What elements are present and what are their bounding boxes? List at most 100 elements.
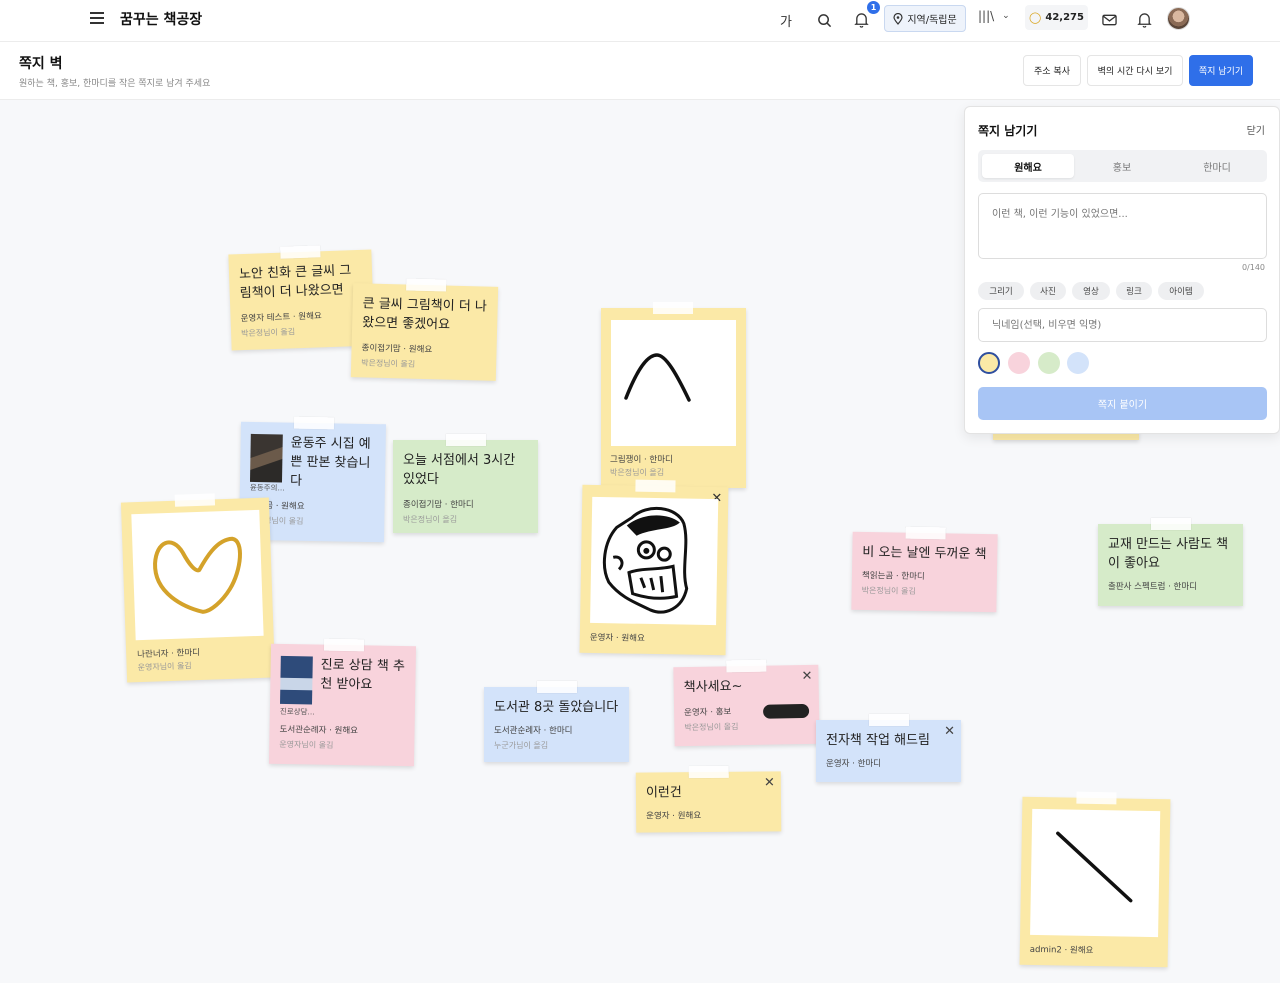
note-meta: 운영자 · 한마디 bbox=[826, 758, 882, 769]
tape bbox=[1150, 518, 1191, 530]
library-menu[interactable]: |||\ ⌄ bbox=[978, 9, 1010, 23]
note-text: 이런건 bbox=[645, 785, 682, 801]
coin-icon: ◯ bbox=[1029, 11, 1042, 24]
drawing-card[interactable]: admin2 · 원해요 bbox=[1019, 791, 1171, 968]
note-text: 교재 만드는 사람도 책이 좋아요 bbox=[1108, 537, 1229, 571]
close-icon[interactable]: ✕ bbox=[801, 669, 812, 684]
note-text: 큰 글씨 그림책이 더 나왔으면 좋겠어요 bbox=[362, 296, 488, 333]
font-size-toggle[interactable]: 가 bbox=[776, 10, 796, 30]
drawing-card[interactable]: ✕ 운영자 · 원해요 bbox=[579, 479, 729, 656]
pin-icon bbox=[893, 12, 903, 25]
note-text: 도서관 8곳 돌았습니다 bbox=[494, 700, 619, 715]
note-author: 박은정님이 올김 bbox=[684, 721, 739, 732]
note-meta: 종이접기맘 · 원해요 bbox=[361, 343, 433, 355]
note-author: 박은정님이 올김 bbox=[361, 358, 416, 369]
replay-wall-button[interactable]: 벽의 시간 다시 보기 bbox=[1087, 55, 1183, 86]
close-icon[interactable]: ✕ bbox=[764, 775, 775, 790]
chip-draw[interactable]: 그리기 bbox=[978, 282, 1024, 300]
nickname-input[interactable] bbox=[978, 308, 1267, 342]
tab-want[interactable]: 원해요 bbox=[982, 154, 1074, 178]
drawing-image bbox=[1030, 808, 1161, 938]
color-swatch-yellow[interactable] bbox=[978, 352, 1000, 374]
panel-title: 쪽지 남기기 bbox=[978, 124, 1038, 138]
note-text: 오늘 서점에서 3시간 있었다 bbox=[403, 453, 516, 487]
drawing-card[interactable]: 그림쟁이 · 한마디 박은정님이 올김 bbox=[601, 302, 746, 488]
library-icon: |||\ bbox=[978, 9, 995, 23]
note-card[interactable]: 오늘 서점에서 3시간 있었다 종이접기맘 · 한마디 박은정님이 올김 bbox=[393, 434, 538, 533]
drawing-meta: admin2 · 원해요 bbox=[1029, 944, 1094, 956]
notification-badge: 1 bbox=[867, 1, 880, 14]
chip-video[interactable]: 영상 bbox=[1072, 282, 1110, 300]
bell-icon[interactable] bbox=[851, 10, 871, 30]
note-meta: 운영자 · 원해요 bbox=[646, 810, 702, 822]
note-meta: 도서관순례자 · 원해요 bbox=[279, 724, 359, 737]
drawing-image bbox=[611, 320, 736, 446]
tab-remark[interactable]: 한마디 bbox=[1171, 154, 1263, 178]
panel-close-button[interactable]: 닫기 bbox=[1247, 122, 1265, 137]
book-cover-image bbox=[249, 433, 283, 483]
bell-outline-icon[interactable] bbox=[1134, 10, 1154, 30]
leave-note-panel: 쪽지 남기기 닫기 원해요 홍보 한마디 0/140 그리기 사진 영상 링크 … bbox=[964, 106, 1280, 434]
note-text: 책사세요~ bbox=[683, 679, 743, 696]
note-meta: 도서관순례자 · 한마디 bbox=[494, 725, 573, 736]
note-card[interactable]: 진로 상담 책 추천 받아요 진로상담... 도서관순례자 · 원해요 운영자님… bbox=[268, 638, 417, 767]
note-card[interactable]: 교재 만드는 사람도 책이 좋아요 출판사 스펙트럼 · 한마디 bbox=[1098, 518, 1243, 606]
tape bbox=[174, 493, 216, 507]
note-meta: 출판사 스펙트럼 · 한마디 bbox=[1108, 581, 1198, 592]
color-swatch-pink[interactable] bbox=[1008, 352, 1030, 374]
page-header: 쪽지 벽 원하는 책, 홍보, 한마디를 작은 쪽지로 남겨 주세요 주소 복사… bbox=[0, 42, 1280, 100]
region-button[interactable]: 지역/독립문 bbox=[884, 5, 966, 32]
book-caption: 진로상담... bbox=[279, 706, 315, 717]
color-swatch-blue[interactable] bbox=[1067, 352, 1089, 374]
note-card[interactable]: ✕ 책사세요~ 운영자 · 홍보 박은정님이 올김 bbox=[673, 659, 820, 747]
avatar[interactable] bbox=[1167, 7, 1190, 30]
page-subtitle: 원하는 책, 홍보, 한마디를 작은 쪽지로 남겨 주세요 bbox=[19, 79, 211, 89]
mail-icon[interactable] bbox=[1099, 10, 1119, 30]
drawing-card[interactable]: 나란너자 · 한마디 운영자님이 올김 bbox=[120, 493, 276, 683]
search-icon[interactable] bbox=[814, 10, 834, 30]
chip-photo[interactable]: 사진 bbox=[1030, 282, 1066, 300]
note-author: 박은정님이 올김 bbox=[403, 514, 458, 524]
chevron-down-icon: ⌄ bbox=[1002, 11, 1010, 21]
menu-icon[interactable] bbox=[90, 12, 104, 24]
tape bbox=[905, 526, 946, 540]
drawing-meta: 그림쟁이 · 한마디 bbox=[610, 455, 673, 465]
tape bbox=[635, 479, 676, 493]
region-label: 지역/독립문 bbox=[907, 15, 957, 26]
note-author: 박은정님이 올김 bbox=[861, 585, 916, 596]
tape bbox=[653, 302, 693, 314]
note-text: 전자책 작업 해드림 bbox=[826, 733, 930, 748]
note-meta: 책읽는곰 · 한마디 bbox=[861, 570, 925, 582]
tape bbox=[725, 659, 766, 673]
tape bbox=[536, 681, 577, 693]
tab-promo[interactable]: 홍보 bbox=[1076, 154, 1168, 178]
copy-address-button[interactable]: 주소 복사 bbox=[1023, 55, 1081, 86]
note-card[interactable]: 비 오는 날엔 두꺼운 책 책읽는곰 · 한마디 박은정님이 올김 bbox=[851, 526, 998, 613]
points-balance[interactable]: ◯ 42,275 bbox=[1025, 5, 1088, 30]
note-card[interactable]: 도서관 8곳 돌았습니다 도서관순례자 · 한마디 누군가님이 올김 bbox=[484, 681, 629, 762]
color-swatch-green[interactable] bbox=[1038, 352, 1060, 374]
chip-item[interactable]: 아이템 bbox=[1158, 282, 1204, 300]
tape bbox=[445, 434, 486, 446]
drawing-meta: 나란너자 · 한마디 bbox=[137, 647, 201, 661]
drawing-image bbox=[131, 509, 264, 641]
tape bbox=[405, 278, 446, 292]
book-cover-image bbox=[280, 655, 313, 705]
drawing-meta: 운영자 · 원해요 bbox=[589, 632, 645, 644]
note-card[interactable]: ✕ 이런건 운영자 · 원해요 bbox=[635, 765, 782, 833]
tape bbox=[293, 416, 334, 430]
note-card[interactable]: ✕ 전자책 작업 해드림 운영자 · 한마디 bbox=[816, 714, 961, 782]
note-author: 박은정님이 올김 bbox=[240, 326, 296, 338]
leave-note-button[interactable]: 쪽지 남기기 bbox=[1189, 55, 1253, 86]
chip-link[interactable]: 링크 bbox=[1116, 282, 1152, 300]
close-icon[interactable]: ✕ bbox=[944, 724, 955, 739]
note-meta: 종이접기맘 · 한마디 bbox=[403, 499, 474, 510]
note-card[interactable]: 큰 글씨 그림책이 더 나왔으면 좋겠어요 종이접기맘 · 원해요 박은정님이 … bbox=[350, 278, 499, 381]
brand-title[interactable]: 꿈꾸는 책공장 bbox=[120, 9, 202, 29]
tape bbox=[323, 638, 364, 652]
note-textarea[interactable] bbox=[978, 193, 1267, 259]
note-meta: 운영자 테스트 · 원해요 bbox=[240, 310, 322, 324]
attach-note-button[interactable]: 쪽지 붙이기 bbox=[978, 387, 1267, 420]
points-value: 42,275 bbox=[1045, 12, 1084, 23]
note-type-tabs: 원해요 홍보 한마디 bbox=[978, 150, 1267, 182]
